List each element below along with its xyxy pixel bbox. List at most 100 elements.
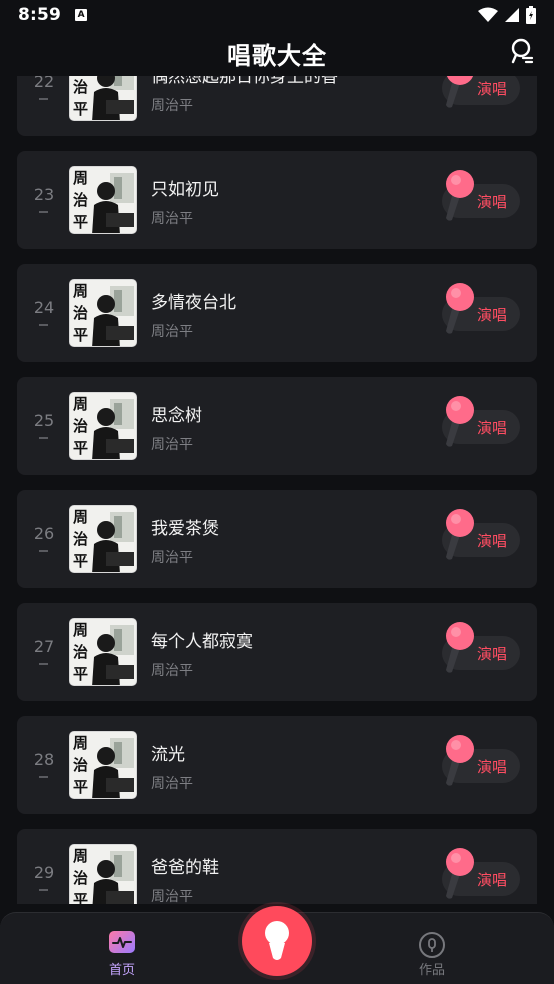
- sing-button-label: 演唱: [477, 80, 508, 98]
- sing-button[interactable]: 演唱: [442, 848, 520, 899]
- sing-button-label: 演唱: [477, 193, 508, 211]
- microphone-icon: [265, 921, 289, 960]
- album-cover: 周治平: [69, 76, 137, 121]
- cover-artist-char: 周: [73, 169, 88, 187]
- cover-artist-char: 治: [73, 78, 88, 96]
- microphone-icon: [446, 735, 474, 786]
- rank-trend-dash: [39, 889, 48, 891]
- microphone-icon: [446, 76, 474, 108]
- song-rank: 22: [33, 76, 55, 91]
- record-mic-button[interactable]: [242, 906, 312, 976]
- cover-artist-char: 平: [73, 213, 88, 231]
- song-row[interactable]: 28 周治平流光 周治平 演唱: [17, 716, 537, 814]
- song-artist: 周治平: [151, 211, 193, 227]
- song-rank: 23: [33, 185, 55, 204]
- cover-artist-char: 平: [73, 778, 88, 796]
- rank-trend-dash: [39, 437, 48, 439]
- song-row[interactable]: 23 周治平只如初见 周治平 演唱: [17, 151, 537, 249]
- sing-button[interactable]: 演唱: [442, 170, 520, 221]
- song-artist: 周治平: [151, 776, 193, 792]
- status-time: 8:59: [18, 5, 62, 25]
- cover-artist-char: 周: [73, 847, 88, 865]
- rank-trend-dash: [39, 98, 48, 100]
- tab-works[interactable]: 作品: [406, 929, 458, 979]
- song-artist: 周治平: [151, 550, 193, 566]
- song-row[interactable]: 22周治平偶然想起那日你身上的香周治平演唱: [17, 76, 537, 136]
- album-cover: 周治平: [69, 844, 137, 904]
- album-cover: 周治平: [69, 392, 137, 460]
- song-title: 只如初见: [151, 180, 219, 200]
- song-rank: 28: [33, 750, 55, 769]
- song-artist: 周治平: [151, 98, 193, 114]
- song-title: 多情夜台北: [151, 293, 236, 313]
- song-list[interactable]: 22周治平偶然想起那日你身上的香周治平演唱23周治平只如初见周治平演唱24周治平…: [0, 76, 554, 904]
- song-rank: 27: [33, 637, 55, 656]
- sing-button-label: 演唱: [477, 758, 508, 776]
- page-title: 唱歌大全: [227, 41, 327, 70]
- tab-home-label: 首页: [108, 963, 135, 978]
- cover-artist-char: 治: [73, 869, 88, 887]
- song-title: 爸爸的鞋: [151, 858, 219, 878]
- song-row[interactable]: 29 周治平爸爸的鞋 周治平 演唱: [17, 829, 537, 904]
- sing-button-label: 演唱: [477, 419, 508, 437]
- cover-artist-char: 平: [73, 326, 88, 344]
- wifi-icon: [478, 7, 498, 22]
- song-row[interactable]: 26 周治平我爱茶煲 周治平 演唱: [17, 490, 537, 588]
- sing-button[interactable]: 演唱: [442, 76, 520, 108]
- song-row[interactable]: 27 周治平每个人都寂寞 周治平 演唱: [17, 603, 537, 701]
- microphone-icon: [446, 170, 474, 221]
- sing-button[interactable]: 演唱: [442, 622, 520, 673]
- cover-artist-char: 周: [73, 734, 88, 752]
- sing-button-label: 演唱: [477, 645, 508, 663]
- song-row[interactable]: 25 周治平思念树 周治平 演唱: [17, 377, 537, 475]
- cover-artist-char: 治: [73, 304, 88, 322]
- signal-icon: [505, 8, 519, 22]
- cover-artist-char: 治: [73, 756, 88, 774]
- sing-button[interactable]: 演唱: [442, 735, 520, 786]
- sing-button[interactable]: 演唱: [442, 283, 520, 334]
- status-indicators: [478, 6, 536, 24]
- cover-artist-char: 周: [73, 282, 88, 300]
- album-cover: 周治平: [69, 731, 137, 799]
- mic-search-icon[interactable]: [508, 37, 536, 65]
- notification-a-icon: A: [75, 9, 88, 21]
- song-rank: 25: [33, 411, 55, 430]
- rank-trend-dash: [39, 663, 48, 665]
- album-cover: 周治平: [69, 505, 137, 573]
- cover-artist-char: 治: [73, 417, 88, 435]
- microphone-icon: [446, 283, 474, 334]
- cover-artist-char: 平: [73, 665, 88, 683]
- cover-artist-char: 周: [73, 508, 88, 526]
- song-artist: 周治平: [151, 437, 193, 453]
- tab-home[interactable]: 首页: [96, 929, 148, 979]
- cover-artist-char: 治: [73, 530, 88, 548]
- status-bar: 8:59 A: [0, 0, 554, 30]
- sing-button[interactable]: 演唱: [442, 396, 520, 447]
- song-row[interactable]: 24 周治平多情夜台北 周治平 演唱: [17, 264, 537, 362]
- microphone-icon: [446, 509, 474, 560]
- battery-icon: [526, 6, 536, 24]
- song-title: 每个人都寂寞: [151, 632, 253, 652]
- song-title: 偶然想起那日你身上的香: [151, 76, 338, 87]
- song-title: 我爱茶煲: [151, 519, 219, 539]
- cover-artist-char: 治: [73, 191, 88, 209]
- sing-button-label: 演唱: [477, 532, 508, 550]
- song-title: 思念树: [151, 406, 202, 426]
- cover-artist-char: 平: [73, 439, 88, 457]
- home-pulse-icon: [109, 931, 135, 953]
- microphone-icon: [446, 396, 474, 447]
- song-artist: 周治平: [151, 324, 193, 340]
- rank-trend-dash: [39, 776, 48, 778]
- cover-artist-char: 平: [73, 891, 88, 904]
- cover-artist-char: 治: [73, 643, 88, 661]
- album-cover: 周治平: [69, 618, 137, 686]
- song-rank: 26: [33, 524, 55, 543]
- sing-button-label: 演唱: [477, 306, 508, 324]
- cover-artist-char: 平: [73, 100, 88, 118]
- album-cover: 周治平: [69, 279, 137, 347]
- sing-button[interactable]: 演唱: [442, 509, 520, 560]
- song-artist: 周治平: [151, 889, 193, 904]
- rank-trend-dash: [39, 324, 48, 326]
- rank-trend-dash: [39, 550, 48, 552]
- sing-button-label: 演唱: [477, 871, 508, 889]
